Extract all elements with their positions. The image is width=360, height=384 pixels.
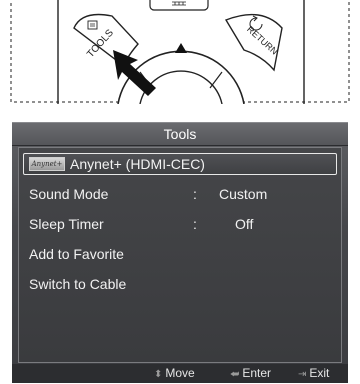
hint-exit: ⇥ Exit bbox=[298, 364, 329, 384]
hint-move: ⬍ Move bbox=[154, 364, 195, 384]
menu-title: Tools bbox=[12, 123, 348, 146]
menu-item-label: Sound Mode bbox=[29, 186, 109, 202]
up-down-arrow-icon: ⬍ bbox=[154, 369, 163, 380]
remote-illustration: TOOLS RETURN bbox=[0, 0, 360, 104]
hint-move-label: Move bbox=[165, 366, 195, 380]
menu-item-label: Sleep Timer bbox=[29, 216, 104, 232]
menu-item-value: Custom bbox=[219, 186, 268, 202]
hint-enter-label: Enter bbox=[242, 366, 271, 380]
menu-item-separator: : bbox=[193, 186, 197, 202]
menu-item-separator: : bbox=[193, 216, 197, 232]
menu-item-switch-to-cable[interactable]: Switch to Cable bbox=[23, 273, 337, 295]
enter-icon: ⮨ bbox=[230, 369, 240, 380]
menu-item-label: Add to Favorite bbox=[29, 246, 124, 262]
menu-item-label: Switch to Cable bbox=[29, 276, 127, 292]
menu-item-add-to-favorite[interactable]: Add to Favorite bbox=[23, 243, 337, 265]
menu-item-value: Off bbox=[235, 216, 254, 232]
menu-item-sleep-timer[interactable]: Sleep Timer : Off bbox=[23, 213, 337, 235]
tools-menu-panel: Tools Anynet+ Anynet+ (HDMI-CEC) Sound M… bbox=[12, 122, 348, 383]
anynet-logo-icon: Anynet+ bbox=[29, 157, 65, 171]
hint-exit-label: Exit bbox=[309, 366, 330, 380]
up-arrow-icon bbox=[175, 43, 187, 53]
menu-item-sound-mode[interactable]: Sound Mode : Custom bbox=[23, 183, 337, 205]
return-key[interactable] bbox=[224, 13, 283, 72]
hint-enter: ⮨ Enter bbox=[230, 364, 271, 384]
menu-footer: ⬍ Move ⮨ Enter ⇥ Exit bbox=[12, 364, 348, 383]
menu-list: Anynet+ Anynet+ (HDMI-CEC) Sound Mode : … bbox=[18, 147, 342, 363]
exit-icon: ⇥ bbox=[298, 369, 307, 380]
menu-item-label: Anynet+ (HDMI-CEC) bbox=[70, 156, 205, 172]
menu-item-anynet[interactable]: Anynet+ Anynet+ (HDMI-CEC) bbox=[23, 153, 337, 175]
